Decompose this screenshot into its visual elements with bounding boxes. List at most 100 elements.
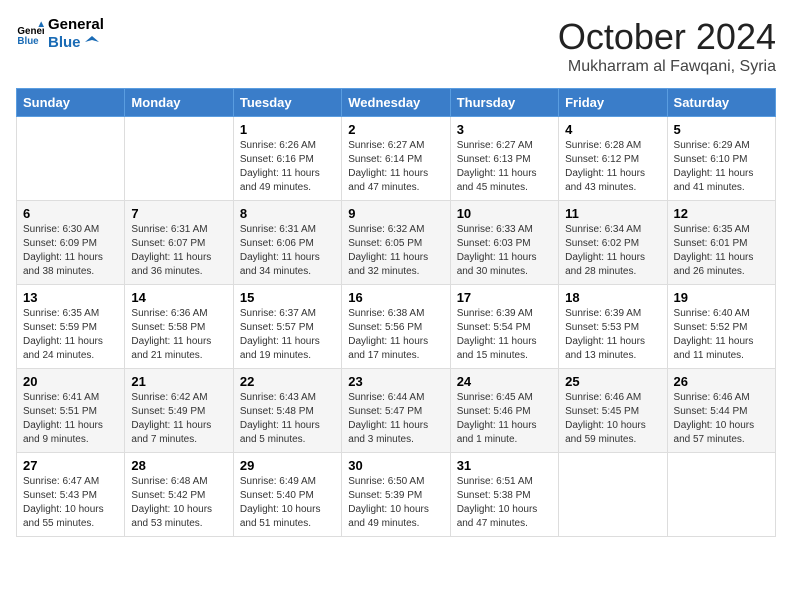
day-cell: 18 Sunrise: 6:39 AM Sunset: 5:53 PM Dayli… [559,285,667,369]
day-info: Sunrise: 6:28 AM Sunset: 6:12 PM Dayligh… [565,139,660,195]
weekday-header-saturday: Saturday [667,89,775,117]
day-number: 25 [565,374,660,389]
day-info: Sunrise: 6:29 AM Sunset: 6:10 PM Dayligh… [674,139,769,195]
day-number: 10 [457,206,552,221]
day-info: Sunrise: 6:27 AM Sunset: 6:14 PM Dayligh… [348,139,443,195]
day-cell: 24 Sunrise: 6:45 AM Sunset: 5:46 PM Dayli… [450,369,558,453]
day-info: Sunrise: 6:41 AM Sunset: 5:51 PM Dayligh… [23,391,118,447]
location-title: Mukharram al Fawqani, Syria [558,58,776,76]
day-info: Sunrise: 6:39 AM Sunset: 5:54 PM Dayligh… [457,307,552,363]
day-info: Sunrise: 6:47 AM Sunset: 5:43 PM Dayligh… [23,475,118,531]
header: General Blue General Blue October 2024 M… [16,16,776,76]
day-info: Sunrise: 6:30 AM Sunset: 6:09 PM Dayligh… [23,223,118,279]
day-info: Sunrise: 6:34 AM Sunset: 6:02 PM Dayligh… [565,223,660,279]
svg-text:Blue: Blue [17,36,39,47]
day-info: Sunrise: 6:27 AM Sunset: 6:13 PM Dayligh… [457,139,552,195]
day-info: Sunrise: 6:46 AM Sunset: 5:45 PM Dayligh… [565,391,660,447]
day-number: 9 [348,206,443,221]
day-number: 23 [348,374,443,389]
month-title: October 2024 [558,16,776,58]
day-info: Sunrise: 6:26 AM Sunset: 6:16 PM Dayligh… [240,139,335,195]
day-number: 5 [674,122,769,137]
week-row-2: 6 Sunrise: 6:30 AM Sunset: 6:09 PM Daylig… [17,201,776,285]
day-info: Sunrise: 6:49 AM Sunset: 5:40 PM Dayligh… [240,475,335,531]
weekday-header-row: SundayMondayTuesdayWednesdayThursdayFrid… [17,89,776,117]
title-area: October 2024 Mukharram al Fawqani, Syria [558,16,776,76]
week-row-4: 20 Sunrise: 6:41 AM Sunset: 5:51 PM Dayli… [17,369,776,453]
day-cell: 13Sunrise: 6:35 AM Sunset: 5:59 PM Dayli… [17,285,125,369]
day-info: Sunrise: 6:50 AM Sunset: 5:39 PM Dayligh… [348,475,443,531]
week-row-5: 27 Sunrise: 6:47 AM Sunset: 5:43 PM Dayli… [17,453,776,537]
day-cell: 10 Sunrise: 6:33 AM Sunset: 6:03 PM Dayli… [450,201,558,285]
day-info: Sunrise: 6:46 AM Sunset: 5:44 PM Dayligh… [674,391,769,447]
day-number: 21 [131,374,226,389]
day-cell: 29 Sunrise: 6:49 AM Sunset: 5:40 PM Dayli… [233,453,341,537]
weekday-header-sunday: Sunday [17,89,125,117]
day-cell: 4Sunrise: 6:28 AM Sunset: 6:12 PM Daylig… [559,117,667,201]
day-cell: 8 Sunrise: 6:31 AM Sunset: 6:06 PM Daylig… [233,201,341,285]
day-cell: 14 Sunrise: 6:36 AM Sunset: 5:58 PM Dayli… [125,285,233,369]
day-number: 8 [240,206,335,221]
day-number: 27 [23,458,118,473]
day-number: 17 [457,290,552,305]
day-cell: 15Sunrise: 6:37 AM Sunset: 5:57 PM Dayli… [233,285,341,369]
weekday-header-monday: Monday [125,89,233,117]
day-info: Sunrise: 6:35 AM Sunset: 6:01 PM Dayligh… [674,223,769,279]
day-number: 11 [565,206,660,221]
day-info: Sunrise: 6:51 AM Sunset: 5:38 PM Dayligh… [457,475,552,531]
day-cell: 19Sunrise: 6:40 AM Sunset: 5:52 PM Dayli… [667,285,775,369]
day-cell: 20 Sunrise: 6:41 AM Sunset: 5:51 PM Dayli… [17,369,125,453]
day-number: 29 [240,458,335,473]
day-number: 24 [457,374,552,389]
day-number: 14 [131,290,226,305]
weekday-header-wednesday: Wednesday [342,89,450,117]
day-number: 12 [674,206,769,221]
week-row-3: 13Sunrise: 6:35 AM Sunset: 5:59 PM Dayli… [17,285,776,369]
day-info: Sunrise: 6:43 AM Sunset: 5:48 PM Dayligh… [240,391,335,447]
day-info: Sunrise: 6:38 AM Sunset: 5:56 PM Dayligh… [348,307,443,363]
day-cell: 6 Sunrise: 6:30 AM Sunset: 6:09 PM Daylig… [17,201,125,285]
day-cell: 9 Sunrise: 6:32 AM Sunset: 6:05 PM Daylig… [342,201,450,285]
day-number: 1 [240,122,335,137]
day-number: 6 [23,206,118,221]
day-cell: 26 Sunrise: 6:46 AM Sunset: 5:44 PM Dayli… [667,369,775,453]
day-number: 28 [131,458,226,473]
day-number: 18 [565,290,660,305]
logo-blue: Blue [48,34,104,52]
day-cell: 28Sunrise: 6:48 AM Sunset: 5:42 PM Dayli… [125,453,233,537]
day-info: Sunrise: 6:36 AM Sunset: 5:58 PM Dayligh… [131,307,226,363]
day-info: Sunrise: 6:45 AM Sunset: 5:46 PM Dayligh… [457,391,552,447]
day-cell [667,453,775,537]
day-cell: 31 Sunrise: 6:51 AM Sunset: 5:38 PM Dayli… [450,453,558,537]
day-number: 31 [457,458,552,473]
day-info: Sunrise: 6:32 AM Sunset: 6:05 PM Dayligh… [348,223,443,279]
day-info: Sunrise: 6:44 AM Sunset: 5:47 PM Dayligh… [348,391,443,447]
day-info: Sunrise: 6:40 AM Sunset: 5:52 PM Dayligh… [674,307,769,363]
day-cell [559,453,667,537]
day-cell: 12 Sunrise: 6:35 AM Sunset: 6:01 PM Dayli… [667,201,775,285]
day-cell: 3 Sunrise: 6:27 AM Sunset: 6:13 PM Daylig… [450,117,558,201]
day-number: 22 [240,374,335,389]
day-info: Sunrise: 6:39 AM Sunset: 5:53 PM Dayligh… [565,307,660,363]
day-number: 30 [348,458,443,473]
day-cell: 17 Sunrise: 6:39 AM Sunset: 5:54 PM Dayli… [450,285,558,369]
day-info: Sunrise: 6:33 AM Sunset: 6:03 PM Dayligh… [457,223,552,279]
day-cell: 11 Sunrise: 6:34 AM Sunset: 6:02 PM Dayli… [559,201,667,285]
weekday-header-thursday: Thursday [450,89,558,117]
day-cell [125,117,233,201]
day-number: 20 [23,374,118,389]
day-number: 15 [240,290,335,305]
day-cell: 2 Sunrise: 6:27 AM Sunset: 6:14 PM Daylig… [342,117,450,201]
logo-icon: General Blue [16,20,44,48]
day-cell: 21Sunrise: 6:42 AM Sunset: 5:49 PM Dayli… [125,369,233,453]
day-number: 16 [348,290,443,305]
day-cell: 22 Sunrise: 6:43 AM Sunset: 5:48 PM Dayli… [233,369,341,453]
day-number: 3 [457,122,552,137]
day-number: 26 [674,374,769,389]
day-number: 2 [348,122,443,137]
logo-bird-icon [85,36,99,50]
day-info: Sunrise: 6:31 AM Sunset: 6:06 PM Dayligh… [240,223,335,279]
day-cell: 5 Sunrise: 6:29 AM Sunset: 6:10 PM Daylig… [667,117,775,201]
weekday-header-friday: Friday [559,89,667,117]
day-cell: 30 Sunrise: 6:50 AM Sunset: 5:39 PM Dayli… [342,453,450,537]
